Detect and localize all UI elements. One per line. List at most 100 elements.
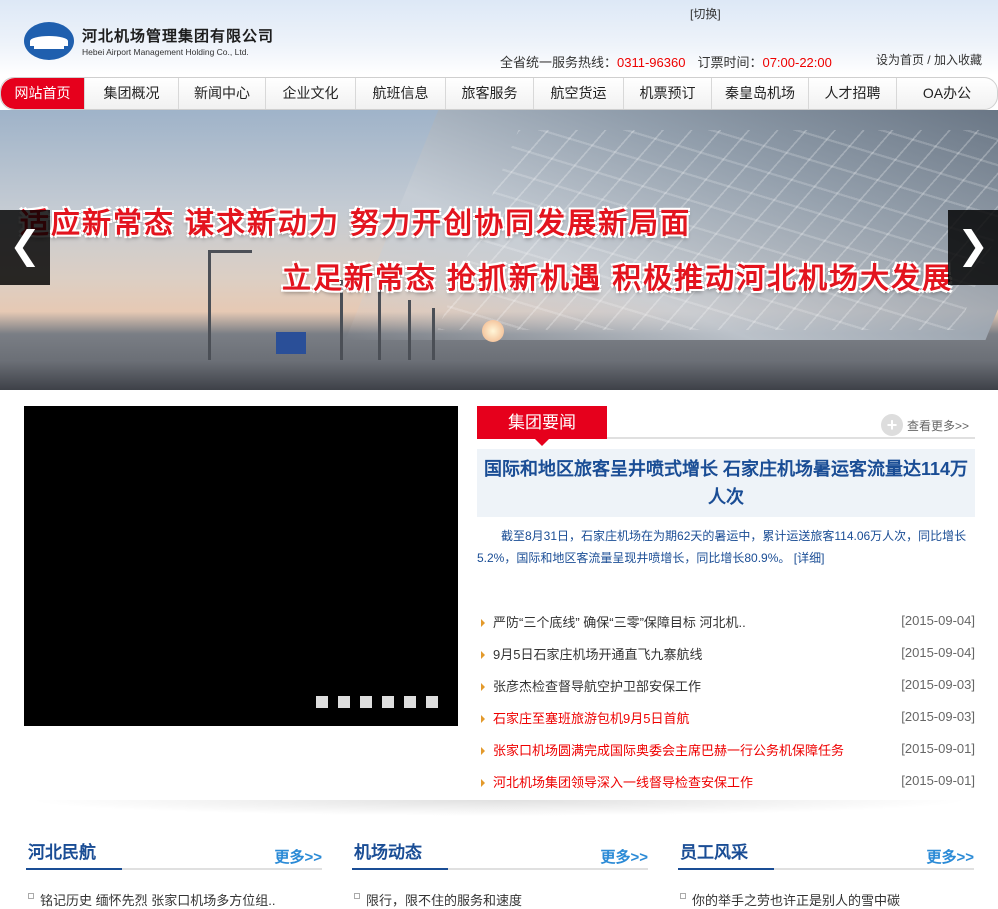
group-news: 集团要闻 + 查看更多>> 国际和地区旅客呈井喷式增长 石家庄机场暑运客流量达1… xyxy=(477,406,975,799)
slide-dot-6[interactable] xyxy=(426,696,438,708)
bullet-square-icon xyxy=(680,893,686,899)
link-separator: / xyxy=(923,53,934,67)
column-title: 员工风采 xyxy=(678,838,774,870)
column-title: 机场动态 xyxy=(352,838,448,870)
news-list: 严防“三个底线” 确保“三零”保障目标 河北机.. [2015-09-04] 9… xyxy=(477,607,975,799)
news-item-title[interactable]: 张彦杰检查督导航空护卫部安保工作 xyxy=(493,671,701,703)
booking-label: 订票时间： xyxy=(697,55,763,70)
news-headline[interactable]: 国际和地区旅客呈井喷式增长 石家庄机场暑运客流量达114万人次 xyxy=(477,449,975,517)
slide-dot-3[interactable] xyxy=(360,696,372,708)
column-header: 机场动态 更多>> xyxy=(352,832,648,870)
nav-item-qinhuangdao[interactable]: 秦皇岛机场 xyxy=(712,78,809,109)
switch-link[interactable]: [切换] xyxy=(690,5,721,22)
list-item[interactable]: 张家口机场圆满完成国际奥委会主席巴赫一行公务机保障任务 [2015-09-01] xyxy=(477,735,975,767)
column-header: 河北民航 更多>> xyxy=(26,832,322,870)
nav-item-ticket-booking[interactable]: 机票预订 xyxy=(624,78,712,109)
nav-item-home[interactable]: 网站首页 xyxy=(1,78,85,109)
top-links: 设为首页 / 加入收藏 xyxy=(876,51,982,68)
nav-item-culture[interactable]: 企业文化 xyxy=(266,78,356,109)
slide-dot-4[interactable] xyxy=(382,696,394,708)
news-item-title[interactable]: 张家口机场圆满完成国际奥委会主席巴赫一行公务机保障任务 xyxy=(493,735,844,767)
news-header: 集团要闻 + 查看更多>> xyxy=(477,406,975,446)
banner-prev-button[interactable]: ❮ xyxy=(0,210,50,285)
slide-dot-1[interactable] xyxy=(316,696,328,708)
nav-item-oa[interactable]: OA办公 xyxy=(897,78,997,109)
news-item-title[interactable]: 石家庄至塞班旅游包机9月5日首航 xyxy=(493,703,689,735)
news-item-title[interactable]: 河北机场集团领导深入一线督导检查安保工作 xyxy=(493,767,753,799)
nav-item-recruitment[interactable]: 人才招聘 xyxy=(809,78,897,109)
bullet-icon xyxy=(481,619,485,627)
column-more-link[interactable]: 更多>> xyxy=(926,846,974,867)
list-item[interactable]: 石家庄至塞班旅游包机9月5日首航 [2015-09-03] xyxy=(477,703,975,735)
list-item[interactable]: 9月5日石家庄机场开通直飞九寨航线 [2015-09-04] xyxy=(477,639,975,671)
bullet-square-icon xyxy=(354,893,360,899)
list-item[interactable]: 张彦杰检查督导航空护卫部安保工作 [2015-09-03] xyxy=(477,671,975,703)
news-more-label: 查看更多>> xyxy=(906,418,969,433)
column-hebei-aviation: 河北民航 更多>> 铭记历史 缅怀先烈 张家口机场多方位组.. xyxy=(26,832,322,909)
news-item-date: [2015-09-03] xyxy=(901,677,975,692)
set-home-link[interactable]: 设为首页 xyxy=(876,53,924,67)
banner-next-button[interactable]: ❯ xyxy=(948,210,998,285)
news-summary: 截至8月31日，石家庄机场在为期62天的暑运中，累计运送旅客114.06万人次，… xyxy=(477,525,975,569)
column-more-link[interactable]: 更多>> xyxy=(600,846,648,867)
add-favorite-link[interactable]: 加入收藏 xyxy=(934,53,982,67)
column-item-title[interactable]: 限行，限不住的服务和速度 xyxy=(366,893,522,908)
news-summary-text: 截至8月31日，石家庄机场在为期62天的暑运中，累计运送旅客114.06万人次，… xyxy=(477,529,967,565)
list-item[interactable]: 严防“三个底线” 确保“三零”保障目标 河北机.. [2015-09-04] xyxy=(477,607,975,639)
news-detail-link[interactable]: [详细] xyxy=(794,551,825,565)
column-header: 员工风采 更多>> xyxy=(678,832,974,870)
news-item-title[interactable]: 9月5日石家庄机场开通直飞九寨航线 xyxy=(493,639,702,671)
list-item[interactable]: 你的举手之劳也许正是别人的雪中碳 xyxy=(678,890,974,909)
news-item-date: [2015-09-03] xyxy=(901,709,975,724)
news-item-date: [2015-09-01] xyxy=(901,773,975,788)
slide-dot-5[interactable] xyxy=(404,696,416,708)
column-more-link[interactable]: 更多>> xyxy=(274,846,322,867)
road-sign xyxy=(276,332,306,354)
list-item[interactable]: 限行，限不住的服务和速度 xyxy=(352,890,648,909)
news-item-date: [2015-09-01] xyxy=(901,741,975,756)
list-item[interactable]: 铭记历史 缅怀先烈 张家口机场多方位组.. xyxy=(26,890,322,909)
news-more-link[interactable]: + 查看更多>> xyxy=(880,414,969,436)
column-staff-style: 员工风采 更多>> 你的举手之劳也许正是别人的雪中碳 xyxy=(678,832,974,909)
slide-dot-2[interactable] xyxy=(338,696,350,708)
video-slideshow[interactable] xyxy=(24,406,458,726)
column-title: 河北民航 xyxy=(26,838,122,870)
bullet-icon xyxy=(481,747,485,755)
company-name-cn: 河北机场管理集团有限公司 xyxy=(82,28,275,45)
road xyxy=(0,360,998,390)
hotline-label: 全省统一服务热线： xyxy=(500,55,618,70)
logo-text: 河北机场管理集团有限公司 Hebei Airport Management Ho… xyxy=(82,25,274,57)
nav-item-cargo[interactable]: 航空货运 xyxy=(534,78,624,109)
news-item-date: [2015-09-04] xyxy=(901,613,975,628)
list-item[interactable]: 河北机场集团领导深入一线督导检查安保工作 [2015-09-01] xyxy=(477,767,975,799)
bullet-icon xyxy=(481,683,485,691)
column-item-title[interactable]: 你的举手之劳也许正是别人的雪中碳 xyxy=(692,893,900,908)
booking-time: 07:00-22:00 xyxy=(762,55,832,70)
column-airport-news: 机场动态 更多>> 限行，限不住的服务和速度 xyxy=(352,832,648,909)
nav-item-overview[interactable]: 集团概况 xyxy=(85,78,179,109)
street-lamp xyxy=(208,250,211,370)
hotline-number: 0311-96360 xyxy=(617,55,686,70)
nav-item-passenger-service[interactable]: 旅客服务 xyxy=(446,78,534,109)
banner-slogan-1: 适应新常态 谋求新动力 努力开创协同发展新局面 xyxy=(20,208,692,240)
sunset xyxy=(482,320,504,342)
chevron-right-icon: ❯ xyxy=(957,225,989,267)
slide-indicators xyxy=(316,696,438,708)
bullet-square-icon xyxy=(28,893,34,899)
tab-group-news[interactable]: 集团要闻 xyxy=(477,406,607,446)
section-divider xyxy=(24,800,974,816)
plus-icon: + xyxy=(880,414,903,436)
bullet-icon xyxy=(481,651,485,659)
airport-logo-icon xyxy=(24,22,74,60)
news-item-date: [2015-09-04] xyxy=(901,645,975,660)
bullet-icon xyxy=(481,779,485,787)
site-header: 河北机场管理集团有限公司 Hebei Airport Management Ho… xyxy=(0,0,998,75)
chevron-left-icon: ❮ xyxy=(9,225,41,267)
column-item-title[interactable]: 铭记历史 缅怀先烈 张家口机场多方位组.. xyxy=(40,893,275,908)
site-logo[interactable]: 河北机场管理集团有限公司 Hebei Airport Management Ho… xyxy=(24,22,274,60)
hotline-info: 全省统一服务热线：0311-96360 订票时间：07:00-22:00 xyxy=(500,52,832,71)
nav-item-flights[interactable]: 航班信息 xyxy=(356,78,446,109)
nav-item-news[interactable]: 新闻中心 xyxy=(179,78,266,109)
street-lamp-arm xyxy=(208,250,252,253)
news-item-title[interactable]: 严防“三个底线” 确保“三零”保障目标 河北机.. xyxy=(493,607,746,639)
